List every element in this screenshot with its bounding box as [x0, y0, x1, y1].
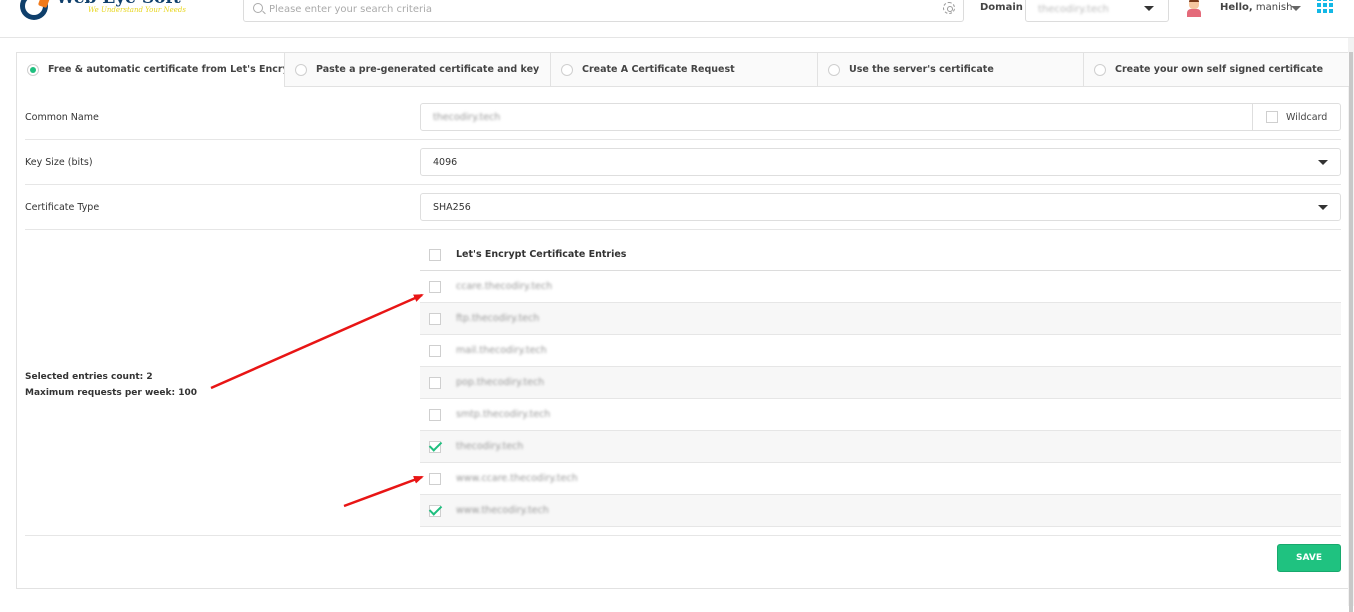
domain-select[interactable]: thecodiry.tech	[1025, 0, 1169, 22]
selected-entries-count: Selected entries count: 2	[25, 372, 153, 382]
user-name: manish	[1255, 2, 1293, 13]
max-requests-per-week: Maximum requests per week: 100	[25, 388, 198, 398]
entries-header: Let's Encrypt Certificate Entries	[420, 239, 1341, 271]
common-name-row: Common Name thecodiry.tech Wildcard	[25, 87, 1341, 140]
list-item[interactable]: ftp.thecodiry.tech	[420, 303, 1341, 335]
list-item[interactable]: pop.thecodiry.tech	[420, 367, 1341, 399]
gear-icon[interactable]	[943, 2, 955, 14]
entries-header-label: Let's Encrypt Certificate Entries	[456, 249, 627, 260]
chevron-down-icon	[1318, 205, 1328, 210]
tab-label: Paste a pre-generated certificate and ke…	[316, 64, 540, 75]
logo-icon	[20, 0, 48, 20]
certificate-panel: Free & automatic certificate from Let's …	[16, 52, 1349, 589]
key-size-label: Key Size (bits)	[25, 157, 93, 168]
radio-icon[interactable]	[561, 63, 573, 76]
certificate-type-select[interactable]: SHA256	[420, 193, 1341, 221]
radio-icon[interactable]	[27, 63, 39, 76]
list-item[interactable]: thecodiry.tech	[420, 431, 1341, 463]
certificate-entries-list: Let's Encrypt Certificate Entries ccare.…	[420, 239, 1341, 527]
list-item[interactable]: www.thecodiry.tech	[420, 495, 1341, 527]
greeting: Hello,	[1220, 2, 1253, 13]
wildcard-checkbox[interactable]	[1266, 111, 1278, 123]
selection-summary: Selected entries count: 2 Maximum reques…	[25, 369, 197, 401]
tab-label: Use the server's certificate	[849, 64, 994, 75]
key-size-select[interactable]: 4096	[420, 148, 1341, 176]
list-item[interactable]: mail.thecodiry.tech	[420, 335, 1341, 367]
entry-name: ftp.thecodiry.tech	[456, 313, 540, 324]
wildcard-label: Wildcard	[1286, 111, 1328, 123]
entry-checkbox[interactable]	[429, 472, 441, 485]
user-menu[interactable]: Hello, manish	[1220, 2, 1292, 13]
tab-paste-certificate[interactable]: Paste a pre-generated certificate and ke…	[284, 53, 550, 87]
scrollbar-thumb[interactable]	[1349, 52, 1353, 612]
radio-icon[interactable]	[1094, 63, 1106, 76]
tab-label: Create your own self signed certificate	[1115, 64, 1324, 75]
entry-checkbox[interactable]	[429, 440, 441, 453]
entry-checkbox[interactable]	[429, 376, 441, 389]
form-divider	[25, 535, 1341, 536]
search-box	[243, 0, 964, 22]
select-all-checkbox[interactable]	[429, 248, 441, 261]
logo-tagline: We Understand Your Needs	[88, 6, 186, 14]
entry-name: ccare.thecodiry.tech	[456, 281, 553, 292]
common-name-label: Common Name	[25, 112, 99, 123]
entry-name: mail.thecodiry.tech	[456, 345, 547, 356]
tab-label: Create A Certificate Request	[582, 64, 735, 75]
chevron-down-icon	[1318, 160, 1328, 165]
top-header: Web Eye Soft We Understand Your Needs Do…	[0, 0, 1354, 38]
tab-label: Free & automatic certificate from Let's …	[48, 64, 301, 75]
certificate-type-label: Certificate Type	[25, 202, 100, 213]
domain-label: Domain	[980, 2, 1023, 13]
tab-self-signed[interactable]: Create your own self signed certificate	[1083, 53, 1349, 87]
search-icon	[253, 3, 263, 13]
entry-name: www.thecodiry.tech	[456, 505, 549, 516]
entry-checkbox[interactable]	[429, 344, 441, 357]
logo[interactable]: Web Eye Soft We Understand Your Needs	[18, 0, 186, 32]
common-name-input[interactable]: thecodiry.tech Wildcard	[420, 103, 1341, 131]
entry-checkbox[interactable]	[429, 280, 441, 293]
certificate-source-tabs: Free & automatic certificate from Let's …	[17, 53, 1349, 87]
list-item[interactable]: www.ccare.thecodiry.tech	[420, 463, 1341, 495]
radio-icon[interactable]	[295, 63, 307, 76]
domain-selected-value: thecodiry.tech	[1038, 4, 1109, 15]
radio-icon[interactable]	[828, 63, 840, 76]
chevron-down-icon	[1144, 6, 1154, 11]
key-size-row: Key Size (bits) 4096	[25, 140, 1341, 185]
entry-checkbox[interactable]	[429, 312, 441, 325]
entry-name: smtp.thecodiry.tech	[456, 409, 551, 420]
tab-server-certificate[interactable]: Use the server's certificate	[817, 53, 1083, 87]
apps-grid-icon[interactable]	[1317, 0, 1333, 16]
common-name-value: thecodiry.tech	[433, 112, 501, 123]
entry-name: pop.thecodiry.tech	[456, 377, 545, 388]
certificate-type-value: SHA256	[433, 202, 471, 213]
entry-name: www.ccare.thecodiry.tech	[456, 473, 578, 484]
scrollbar[interactable]	[1348, 38, 1354, 612]
user-menu-chevron-icon[interactable]	[1291, 6, 1301, 11]
entry-name: thecodiry.tech	[456, 441, 524, 452]
certificate-type-row: Certificate Type SHA256	[25, 185, 1341, 230]
key-size-value: 4096	[433, 157, 458, 168]
entry-checkbox[interactable]	[429, 408, 441, 421]
search-input[interactable]	[269, 0, 929, 18]
list-item[interactable]: smtp.thecodiry.tech	[420, 399, 1341, 431]
wildcard-option[interactable]: Wildcard	[1252, 104, 1340, 130]
entry-checkbox[interactable]	[429, 504, 441, 517]
tab-certificate-request[interactable]: Create A Certificate Request	[550, 53, 817, 87]
save-button[interactable]: SAVE	[1277, 544, 1341, 572]
tab-lets-encrypt[interactable]: Free & automatic certificate from Let's …	[17, 53, 300, 87]
list-item[interactable]: ccare.thecodiry.tech	[420, 271, 1341, 303]
avatar[interactable]	[1185, 0, 1203, 18]
